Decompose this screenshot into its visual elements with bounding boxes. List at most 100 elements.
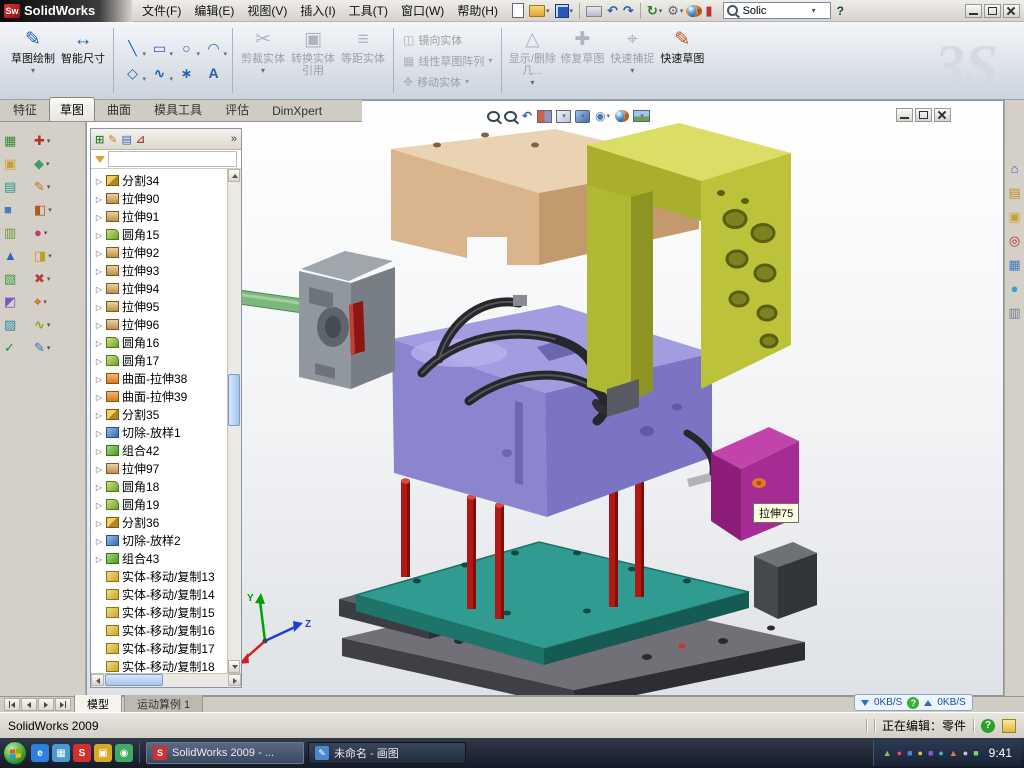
- expand-arrow-icon[interactable]: [95, 497, 103, 511]
- taskpane-resources-icon[interactable]: ⌂: [1011, 162, 1019, 175]
- expand-arrow-icon[interactable]: [95, 407, 103, 421]
- left-toolbar-icon[interactable]: ▦: [4, 130, 34, 151]
- zoom-fit-icon[interactable]: [487, 111, 500, 122]
- expand-arrow-icon[interactable]: [95, 479, 103, 493]
- scroll-thumb[interactable]: [228, 374, 240, 426]
- tray-icon[interactable]: ■: [928, 749, 933, 758]
- tray-icon[interactable]: ●: [938, 749, 943, 758]
- expand-arrow-icon[interactable]: [95, 533, 103, 547]
- display-delete-relations-button[interactable]: △ 显示/删除几...: [507, 24, 557, 97]
- minimize-icon[interactable]: [965, 4, 982, 18]
- tree-item[interactable]: 组合42: [91, 441, 228, 459]
- tree-item[interactable]: 拉伸94: [91, 279, 228, 297]
- tray-icon[interactable]: ●: [963, 749, 968, 758]
- left-toolbar-icon[interactable]: ∿: [34, 314, 84, 335]
- dimxpertmanager-tab-icon[interactable]: ⊿: [136, 133, 145, 146]
- expand-arrow-icon[interactable]: [95, 515, 103, 529]
- appearance-icon[interactable]: [686, 5, 702, 17]
- expand-arrow-icon[interactable]: [95, 389, 103, 403]
- left-toolbar-icon[interactable]: ▧: [4, 268, 34, 289]
- expand-arrow-icon[interactable]: [95, 209, 103, 223]
- manager-overflow-chevron[interactable]: »: [231, 133, 237, 145]
- menu-item[interactable]: 工具(T): [343, 0, 394, 21]
- next-study-icon[interactable]: [38, 698, 54, 711]
- smart-dimension-button[interactable]: ↔ 智能尺寸: [58, 24, 108, 97]
- expand-arrow-icon[interactable]: [95, 461, 103, 475]
- quick-launch-solidworks-icon[interactable]: S: [73, 744, 91, 762]
- left-toolbar-icon[interactable]: ✖: [34, 268, 84, 289]
- left-toolbar-icon[interactable]: ▥: [4, 222, 34, 243]
- line-tool-icon[interactable]: ╲: [119, 36, 146, 61]
- tree-item[interactable]: 圆角17: [91, 351, 228, 369]
- tree-item[interactable]: 圆角16: [91, 333, 228, 351]
- first-study-icon[interactable]: [4, 698, 20, 711]
- left-toolbar-icon[interactable]: ◆: [34, 153, 84, 174]
- expand-arrow-icon[interactable]: [95, 173, 103, 187]
- text-tool-icon[interactable]: A: [200, 61, 227, 86]
- taskpane-file-explorer-icon[interactable]: ▣: [1008, 210, 1020, 223]
- arc-tool-icon[interactable]: ◠: [200, 36, 227, 61]
- left-toolbar-icon[interactable]: ▲: [4, 245, 34, 266]
- taskbar-window-button[interactable]: S SolidWorks 2009 - ...: [146, 742, 304, 764]
- options-icon[interactable]: ⚙: [665, 2, 685, 20]
- menu-item[interactable]: 视图(V): [241, 0, 293, 21]
- expand-arrow-icon[interactable]: [95, 281, 103, 295]
- toolbar-separator[interactable]: [640, 3, 641, 19]
- expand-arrow-icon[interactable]: [95, 317, 103, 331]
- doc-close-icon[interactable]: [934, 108, 951, 122]
- apply-scene-icon[interactable]: [633, 110, 650, 122]
- sketch-button[interactable]: ✎ 草图绘制: [8, 24, 58, 97]
- quick-launch-show-desktop-icon[interactable]: ▦: [52, 744, 70, 762]
- left-toolbar-icon[interactable]: ■: [4, 199, 34, 220]
- tree-item[interactable]: 分割35: [91, 405, 228, 423]
- start-button[interactable]: [3, 741, 27, 765]
- configurationmanager-tab-icon[interactable]: ▤: [121, 133, 131, 146]
- tree-item[interactable]: 曲面-拉伸38: [91, 369, 228, 387]
- menu-item[interactable]: 窗口(W): [395, 0, 450, 21]
- tree-item[interactable]: 实体-移动/复制18: [91, 657, 228, 673]
- quick-launch-player-icon[interactable]: ◉: [115, 744, 133, 762]
- left-toolbar-icon[interactable]: ◧: [34, 199, 84, 220]
- tree-item[interactable]: 切除-放样1: [91, 423, 228, 441]
- expand-arrow-icon[interactable]: [95, 299, 103, 313]
- left-toolbar-icon[interactable]: ▨: [4, 314, 34, 335]
- tree-item[interactable]: 切除-放样2: [91, 531, 228, 549]
- tree-item[interactable]: 组合43: [91, 549, 228, 567]
- menu-item[interactable]: 编辑(E): [188, 0, 240, 21]
- ribbon-tab[interactable]: 草图: [49, 97, 95, 121]
- hide-show-icon[interactable]: ◉: [594, 108, 611, 124]
- left-toolbar-icon[interactable]: ◨: [34, 245, 84, 266]
- ribbon-tab[interactable]: 模具工具: [143, 97, 213, 121]
- rapid-sketch-button[interactable]: ✎ 快速草图: [657, 24, 707, 97]
- left-toolbar-icon[interactable]: ▣: [4, 153, 34, 174]
- zoom-area-icon[interactable]: [504, 111, 517, 122]
- section-view-icon[interactable]: [537, 110, 552, 123]
- tree-horizontal-scrollbar[interactable]: [91, 673, 241, 687]
- print-icon[interactable]: [584, 2, 604, 20]
- expand-arrow-icon[interactable]: [95, 371, 103, 385]
- quick-snaps-button[interactable]: ⌖ 快速捕捉: [607, 24, 657, 97]
- point-tool-icon[interactable]: ∗: [173, 61, 200, 86]
- left-toolbar-icon[interactable]: ●: [34, 222, 84, 243]
- status-note-icon[interactable]: [1002, 719, 1016, 733]
- featuremanager-tab-icon[interactable]: ⊞: [95, 133, 104, 146]
- left-toolbar-icon[interactable]: ✎: [34, 337, 84, 358]
- scroll-right-icon[interactable]: [228, 674, 241, 686]
- taskpane-custom-properties-icon[interactable]: ▥: [1008, 306, 1020, 319]
- toolbar-separator[interactable]: [579, 3, 580, 19]
- menu-item[interactable]: 帮助(H): [451, 0, 504, 21]
- previous-study-icon[interactable]: [21, 698, 37, 711]
- taskpane-view-palette-icon[interactable]: ▦: [1008, 258, 1020, 271]
- tree-item[interactable]: 实体-移动/复制14: [91, 585, 228, 603]
- tree-item[interactable]: 实体-移动/复制16: [91, 621, 228, 639]
- exit-red-icon[interactable]: ▮: [703, 2, 714, 20]
- quick-launch-folder-icon[interactable]: ▣: [94, 744, 112, 762]
- tree-item[interactable]: 圆角15: [91, 225, 228, 243]
- menu-item[interactable]: 插入(I): [294, 0, 341, 21]
- trim-entities-button[interactable]: ✂ 剪裁实体: [238, 24, 288, 97]
- tray-icon[interactable]: ●: [918, 749, 923, 758]
- rebuild-icon[interactable]: ↻: [645, 2, 664, 20]
- filter-icon[interactable]: [95, 156, 105, 163]
- tree-item[interactable]: 实体-移动/复制15: [91, 603, 228, 621]
- tray-icon[interactable]: ▲: [949, 749, 958, 758]
